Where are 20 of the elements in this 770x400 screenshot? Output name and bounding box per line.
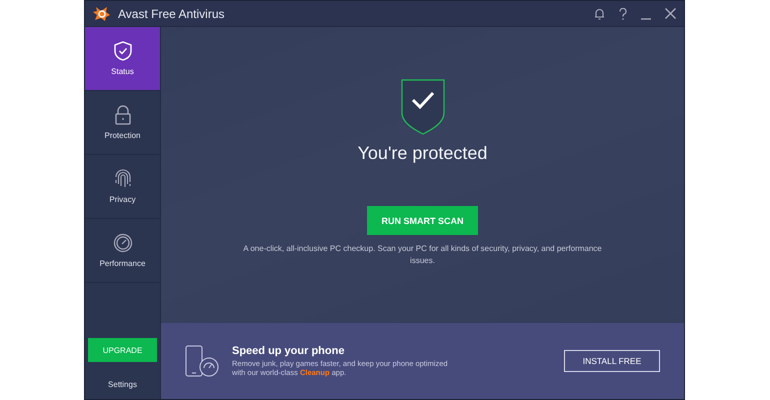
- install-button[interactable]: INSTALL FREE: [564, 350, 660, 372]
- window-title: Avast Free Antivirus: [118, 6, 226, 20]
- sidebar-item[interactable]: Privacy: [85, 155, 160, 219]
- phone-gauge-icon: [185, 345, 219, 377]
- logo-icon: [93, 6, 111, 22]
- close-icon[interactable]: [665, 8, 676, 19]
- lock-icon: [114, 105, 132, 125]
- sidebar-item[interactable]: Protection: [85, 91, 160, 155]
- shield-icon: [114, 41, 132, 61]
- sidebar-item[interactable]: Status: [85, 27, 160, 91]
- sidebar-item[interactable]: Performance: [85, 219, 160, 283]
- shield-check-icon: [400, 79, 444, 135]
- bell-icon[interactable]: [594, 8, 605, 20]
- settings-link[interactable]: Settings: [108, 380, 137, 389]
- gauge-icon: [112, 233, 132, 253]
- fingerprint-icon: [114, 169, 132, 189]
- help-icon[interactable]: [619, 8, 627, 20]
- promo-title: Speed up your phone: [232, 345, 346, 357]
- scan-description: A one-click, all-inclusive PC checkup. Scan your PC for all kinds of security, privacy, and performance issues.: [242, 243, 602, 267]
- status-headline: You're protected: [358, 143, 488, 164]
